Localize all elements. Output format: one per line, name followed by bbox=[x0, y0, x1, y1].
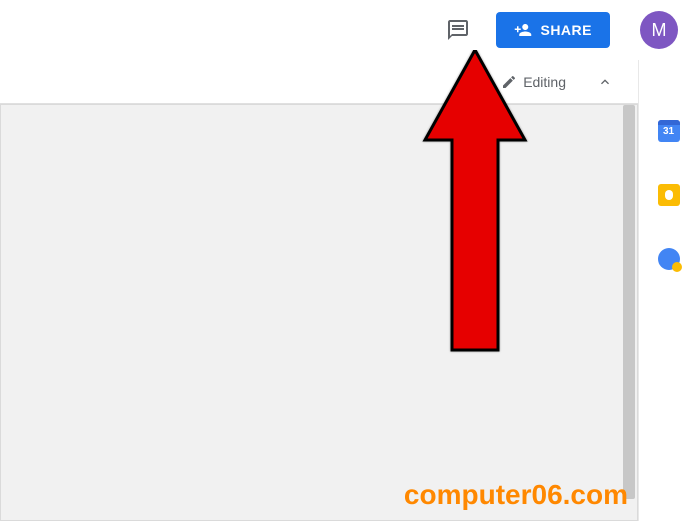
calendar-icon: 31 bbox=[658, 120, 680, 142]
header-bar: SHARE M bbox=[0, 0, 698, 60]
share-button-label: SHARE bbox=[540, 22, 592, 38]
tasks-icon bbox=[658, 248, 680, 270]
pencil-icon bbox=[501, 74, 517, 90]
editing-mode-button[interactable]: Editing bbox=[493, 68, 574, 96]
account-avatar[interactable]: M bbox=[640, 11, 678, 49]
keep-icon bbox=[658, 184, 680, 206]
share-button[interactable]: SHARE bbox=[496, 12, 610, 48]
comments-button[interactable] bbox=[440, 12, 476, 48]
avatar-initial: M bbox=[652, 20, 667, 41]
scrollbar-thumb[interactable] bbox=[623, 105, 635, 499]
chevron-up-icon bbox=[597, 74, 613, 90]
document-canvas[interactable] bbox=[0, 104, 638, 521]
keep-app-button[interactable] bbox=[658, 184, 680, 206]
person-add-icon bbox=[514, 21, 532, 39]
vertical-scrollbar[interactable] bbox=[621, 105, 637, 520]
comment-icon bbox=[446, 18, 470, 42]
collapse-toolbar-button[interactable] bbox=[590, 67, 620, 97]
side-panel: 31 bbox=[638, 60, 698, 521]
toolbar-row: Editing bbox=[0, 60, 638, 104]
mode-label: Editing bbox=[523, 74, 566, 90]
tasks-app-button[interactable] bbox=[658, 248, 680, 270]
calendar-app-button[interactable]: 31 bbox=[658, 120, 680, 142]
